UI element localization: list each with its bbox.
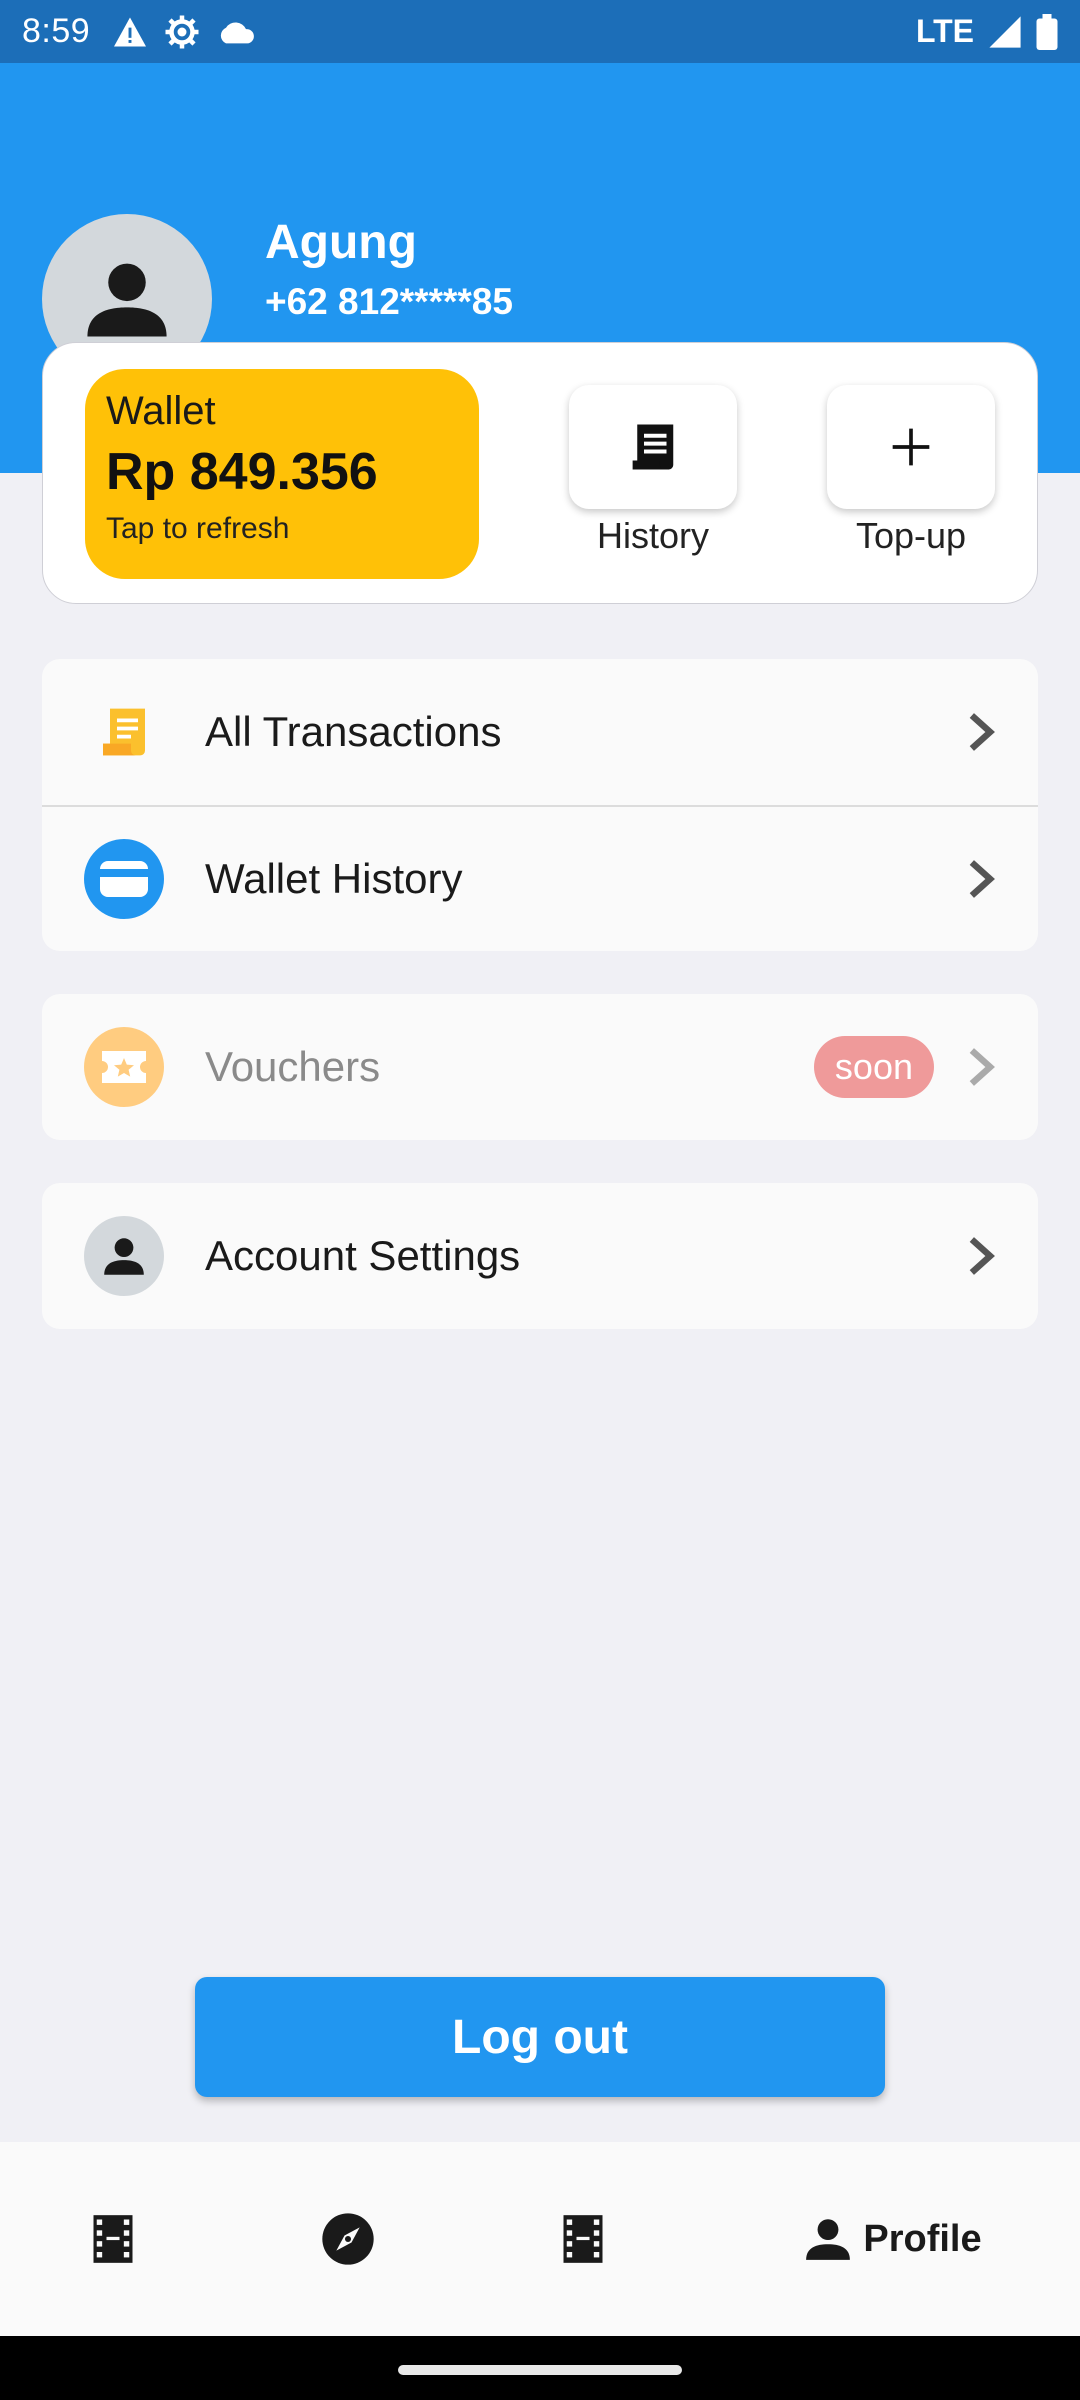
menu-label: All Transactions — [205, 708, 502, 755]
network-type: LTE — [915, 13, 974, 49]
settings-menu: Account Settings — [42, 1183, 1038, 1329]
transactions-menu: All Transactions Wallet History — [42, 659, 1038, 951]
chevron-right-icon — [969, 860, 995, 898]
nav-item-cinema[interactable] — [470, 2142, 705, 2336]
chevron-right-icon — [969, 1048, 995, 1086]
settings-icon — [165, 15, 199, 48]
person-icon — [806, 2219, 851, 2260]
status-bar: 8:59 LTE — [0, 0, 1080, 63]
chevron-right-icon — [969, 1237, 995, 1275]
wallet-balance-button[interactable]: Wallet Rp 849.356 Tap to refresh — [85, 369, 479, 579]
topup-label: Top-up — [855, 515, 967, 556]
history-button[interactable] — [569, 385, 737, 509]
wallet-label: Wallet — [106, 389, 216, 433]
wallet-icon — [84, 839, 164, 919]
menu-item-account-settings[interactable]: Account Settings — [42, 1183, 1038, 1329]
vouchers-menu: Vouchers soon — [42, 994, 1038, 1140]
bottom-navigation: Profile — [0, 2142, 1080, 2336]
user-name: Agung — [265, 216, 417, 269]
history-label: History — [596, 515, 709, 556]
nav-item-profile[interactable]: Profile — [705, 2142, 1080, 2336]
nav-label-profile: Profile — [863, 2217, 982, 2260]
receipt-icon — [632, 424, 674, 470]
menu-label: Account Settings — [205, 1232, 521, 1279]
person-icon — [87, 263, 167, 337]
compass-icon — [321, 2213, 374, 2265]
wallet-balance: Rp 849.356 — [106, 443, 378, 501]
logout-button[interactable]: Log out — [195, 1977, 885, 2097]
status-time: 8:59 — [22, 12, 91, 50]
film-icon — [93, 2215, 132, 2263]
menu-item-vouchers[interactable]: Vouchers soon — [42, 994, 1038, 1140]
nav-item-movies[interactable] — [0, 2142, 235, 2336]
battery-icon — [1036, 13, 1058, 50]
menu-item-all-transactions[interactable]: All Transactions — [42, 659, 1038, 805]
wallet-card: Wallet Rp 849.356 Tap to refresh History… — [42, 342, 1038, 604]
topup-button[interactable] — [827, 385, 995, 509]
menu-item-wallet-history[interactable]: Wallet History — [42, 805, 1038, 951]
receipt-icon — [84, 692, 164, 772]
person-icon — [84, 1216, 164, 1296]
menu-label: Vouchers — [205, 1043, 381, 1090]
soon-badge: soon — [813, 1036, 934, 1098]
user-phone: +62 812*****85 — [265, 281, 513, 322]
wallet-refresh-hint: Tap to refresh — [106, 512, 290, 545]
nav-item-explore[interactable] — [235, 2142, 470, 2336]
plus-icon — [892, 428, 930, 466]
film-icon — [563, 2215, 602, 2263]
warning-icon — [114, 16, 147, 47]
home-indicator[interactable] — [398, 2365, 682, 2375]
cloud-icon — [221, 21, 255, 43]
gesture-bar — [0, 2336, 1080, 2400]
ticket-icon — [84, 1027, 164, 1107]
menu-label: Wallet History — [205, 855, 463, 902]
chevron-right-icon — [969, 713, 995, 751]
signal-icon — [989, 15, 1021, 48]
